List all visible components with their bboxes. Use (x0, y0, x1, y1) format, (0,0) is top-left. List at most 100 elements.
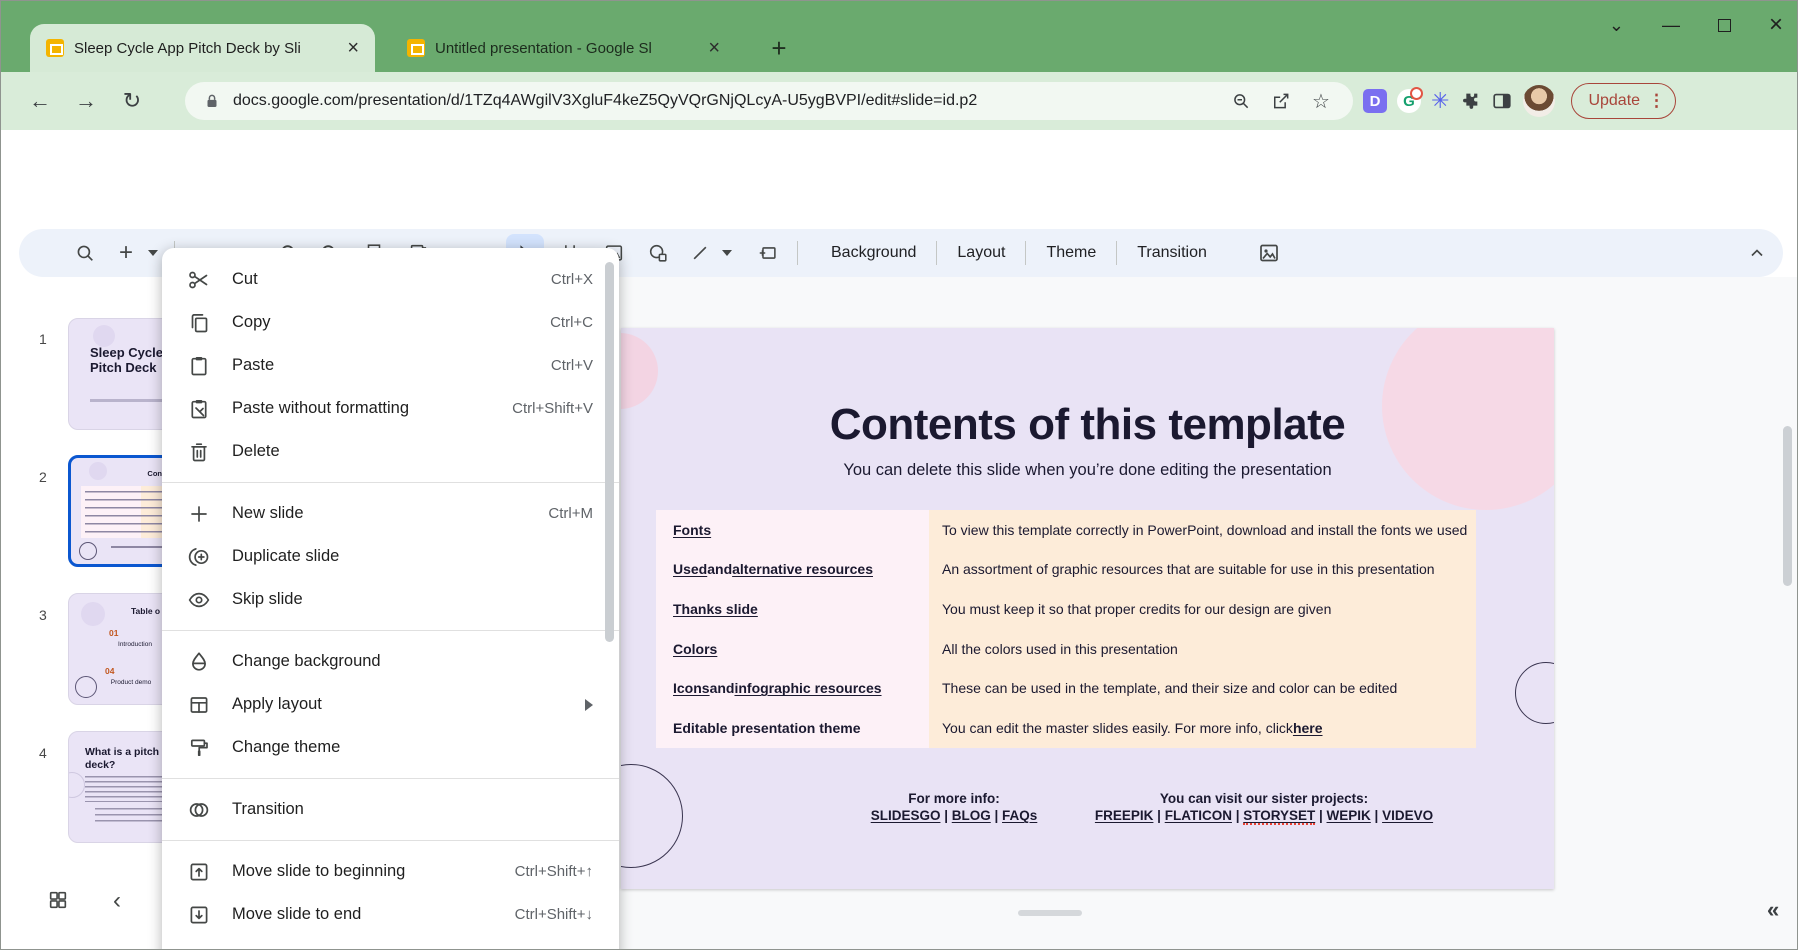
context-item-move-slide-to-end[interactable]: Move slide to endCtrl+Shift+↓ (162, 893, 619, 936)
browser-tab-1[interactable]: Sleep Cycle App Pitch Deck by Sli× (30, 24, 375, 72)
line-dropdown-icon[interactable] (717, 229, 737, 277)
table-row-left[interactable]: Editable presentation theme (656, 708, 929, 748)
bookmark-star-icon[interactable]: ☆ (1301, 89, 1341, 114)
table-left-column[interactable]: FontsUsed and alternative resources Thank… (656, 510, 929, 748)
reload-icon[interactable]: ↻ (109, 88, 155, 114)
speaker-notes-handle[interactable] (1018, 910, 1082, 916)
footer-link-faqs[interactable]: FAQs (1002, 808, 1037, 823)
table-row-right[interactable]: You must keep it so that proper credits … (929, 589, 1476, 629)
share-page-icon[interactable] (1261, 91, 1301, 111)
minimize-button[interactable]: — (1662, 15, 1680, 36)
table-row-left[interactable]: Colors (656, 629, 929, 669)
context-item-skip-slide[interactable]: Skip slide (162, 578, 619, 621)
shape-tool-icon[interactable] (639, 229, 677, 277)
context-item-apply-layout[interactable]: Apply layout (162, 683, 619, 726)
table-row-left[interactable]: Icons and infographic resources (656, 669, 929, 709)
footer-info: For more info: SLIDESGO | BLOG | FAQs (839, 791, 1069, 823)
browser-tab-2[interactable]: Untitled presentation - Google Sl× (391, 24, 736, 72)
theme-button[interactable]: Theme (1026, 244, 1116, 262)
collapse-filmstrip-icon[interactable]: ‹ (113, 887, 121, 915)
current-slide[interactable]: Contents of this template You can delete… (621, 328, 1554, 889)
add-slide-button[interactable]: + (111, 229, 141, 277)
extension-d-icon[interactable]: D (1363, 89, 1387, 113)
footer-link-slidesgo[interactable]: SLIDESGO (871, 808, 941, 823)
maximize-button[interactable] (1718, 19, 1731, 32)
table-text: Thanks slide (673, 601, 758, 617)
table-row-right[interactable]: To view this template correctly in Power… (929, 510, 1476, 550)
collapse-toolbar-icon[interactable] (1737, 229, 1777, 277)
zoom-out-icon[interactable] (1221, 91, 1261, 111)
close-button[interactable]: × (1769, 11, 1783, 39)
link-separator: | (1315, 808, 1326, 823)
table-row-left[interactable]: Used and alternative resources (656, 550, 929, 590)
browser-avatar[interactable] (1523, 85, 1555, 117)
url-text[interactable]: docs.google.com/presentation/d/1TZq4AWgi… (233, 92, 1221, 110)
extensions-puzzle-icon[interactable] (1459, 90, 1481, 112)
transition-button[interactable]: Transition (1117, 244, 1227, 262)
footer-sister-heading: You can visit our sister projects: (1069, 791, 1459, 806)
context-item-cut[interactable]: CutCtrl+X (162, 258, 619, 301)
context-item-label: Move slide to beginning (232, 862, 515, 881)
context-item-delete[interactable]: Delete (162, 430, 619, 473)
slide-title[interactable]: Contents of this template (621, 400, 1554, 450)
table-right-column[interactable]: To view this template correctly in Power… (929, 510, 1476, 748)
footer-link-storyset[interactable]: STORYSET (1243, 808, 1315, 825)
line-tool-icon[interactable] (683, 229, 717, 277)
tab-close-icon[interactable]: × (706, 37, 722, 60)
footer-link-blog[interactable]: BLOG (952, 808, 991, 823)
copy-icon (187, 311, 211, 335)
table-row-right[interactable]: All the colors used in this presentation (929, 629, 1476, 669)
update-chip[interactable]: Update ⋮ (1571, 83, 1676, 119)
address-bar[interactable]: docs.google.com/presentation/d/1TZq4AWgi… (185, 82, 1353, 120)
menu-divider (162, 630, 619, 631)
table-row-right[interactable]: You can edit the master slides easily. F… (929, 708, 1476, 748)
context-item-change-theme[interactable]: Change theme (162, 726, 619, 769)
tab-close-icon[interactable]: × (345, 37, 361, 60)
context-item-label: Paste (232, 356, 551, 375)
context-item-paste-without-formatting[interactable]: Paste without formattingCtrl+Shift+V (162, 387, 619, 430)
context-item-duplicate-slide[interactable]: Duplicate slide (162, 535, 619, 578)
context-item-new-slide[interactable]: New slideCtrl+M (162, 492, 619, 535)
context-menu-scrollbar[interactable] (605, 262, 614, 642)
forward-icon[interactable]: → (63, 88, 109, 114)
footer-link-videvo[interactable]: VIDEVO (1382, 808, 1433, 823)
window-controls: ⌄ — × (1609, 11, 1783, 39)
context-item-change-background[interactable]: Change background (162, 640, 619, 683)
extension-g-icon[interactable]: G (1397, 89, 1421, 113)
footer-link-wepik[interactable]: WEPIK (1327, 808, 1371, 823)
context-item-copy[interactable]: CopyCtrl+C (162, 301, 619, 344)
decor-ring-left (621, 764, 683, 868)
link-separator: | (991, 808, 1002, 823)
slide-subtitle[interactable]: You can delete this slide when you’re do… (621, 461, 1554, 480)
footer-link-flaticon[interactable]: FLATICON (1165, 808, 1232, 823)
contents-table[interactable]: FontsUsed and alternative resources Thank… (656, 510, 1476, 748)
table-row-right[interactable]: These can be used in the template, and t… (929, 669, 1476, 709)
table-row-left[interactable]: Thanks slide (656, 589, 929, 629)
side-panel-icon[interactable] (1491, 90, 1513, 112)
add-slide-dropdown-icon[interactable] (143, 229, 163, 277)
back-icon[interactable]: ← (17, 88, 63, 114)
side-chevrons-icon[interactable]: « (1767, 897, 1779, 923)
grid-view-icon[interactable] (47, 889, 69, 911)
insert-image-icon[interactable] (1249, 229, 1289, 277)
extension-asterisk-icon[interactable]: ✳ (1431, 88, 1449, 114)
context-item-paste[interactable]: PasteCtrl+V (162, 344, 619, 387)
vertical-scrollbar[interactable] (1783, 426, 1792, 586)
footer-link-freepik[interactable]: FREEPIK (1095, 808, 1154, 823)
table-row-right[interactable]: An assortment of graphic resources that … (929, 550, 1476, 590)
context-item-move-slide-to-beginning[interactable]: Move slide to beginningCtrl+Shift+↑ (162, 850, 619, 893)
textbox-tool-icon[interactable] (749, 229, 787, 277)
background-button[interactable]: Background (811, 244, 936, 262)
tab-search-chevron-icon[interactable]: ⌄ (1609, 15, 1624, 36)
layout-button[interactable]: Layout (937, 244, 1025, 262)
browser-menu-dots-icon[interactable]: ⋮ (1648, 91, 1665, 111)
zoom-tool-icon[interactable] (65, 229, 105, 277)
table-text: Editable presentation theme (673, 720, 860, 736)
context-item-label: Cut (232, 270, 551, 289)
table-text: An assortment of graphic resources that … (942, 561, 1435, 577)
skip-icon (187, 588, 211, 612)
new-tab-button[interactable]: + (763, 33, 795, 64)
cut-icon (187, 268, 211, 292)
context-item-transition[interactable]: Transition (162, 788, 619, 831)
table-row-left[interactable]: Fonts (656, 510, 929, 550)
